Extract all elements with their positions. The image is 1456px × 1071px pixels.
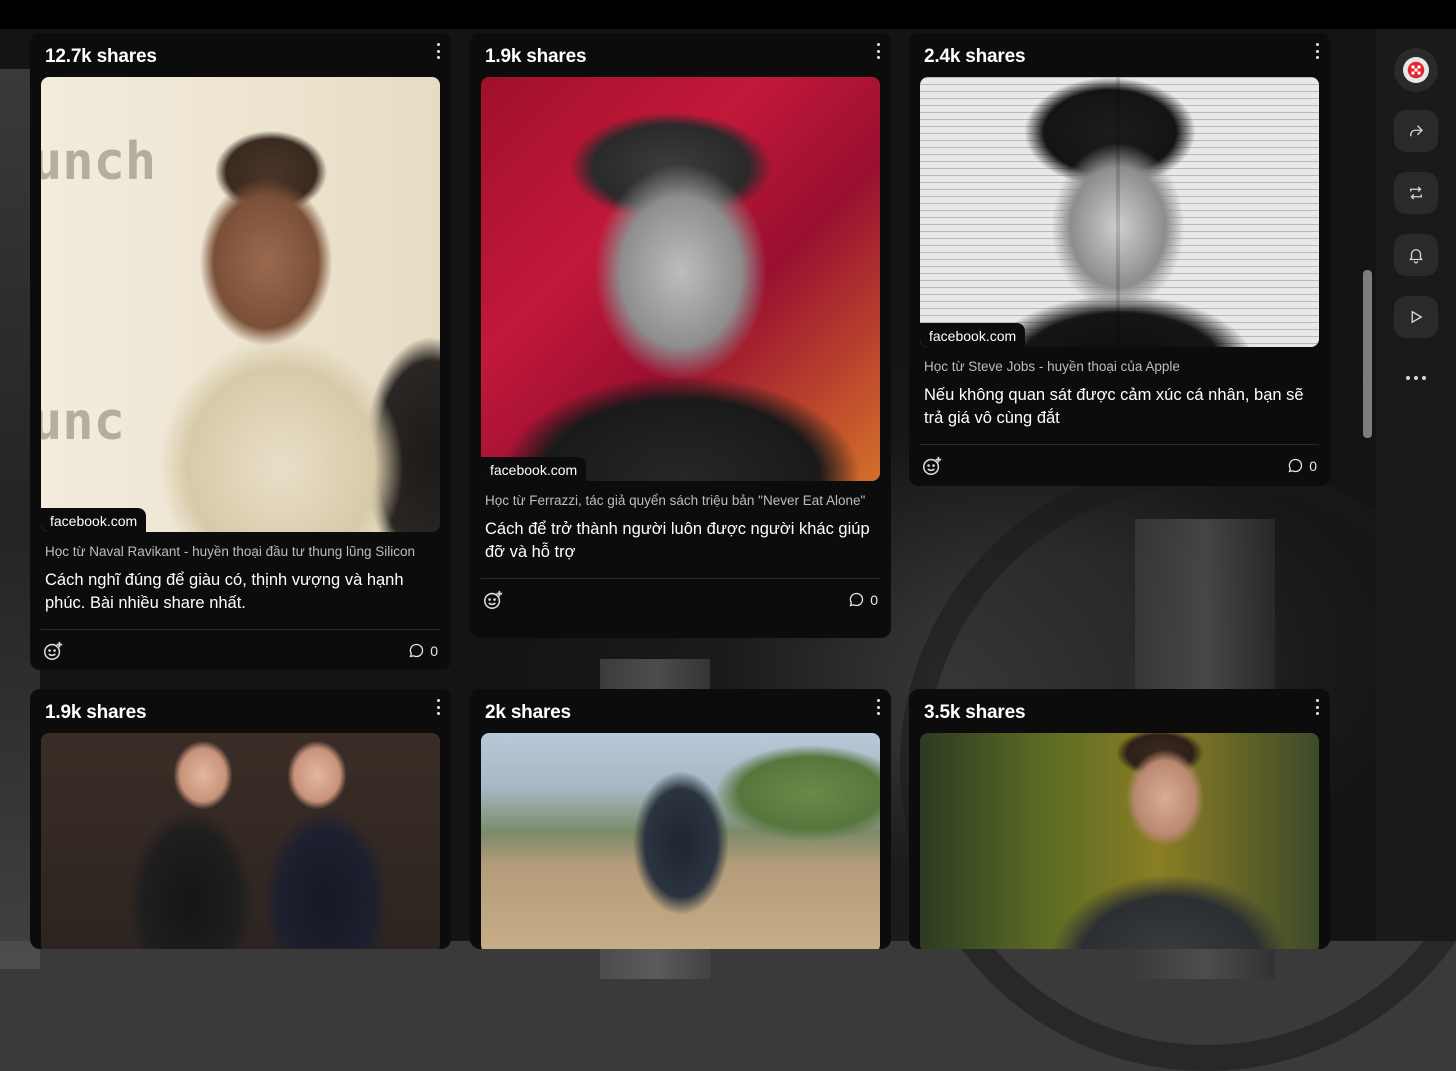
card-header: 1.9k shares <box>470 33 891 77</box>
image-background-text: unc <box>41 392 125 452</box>
comment-icon <box>409 643 424 658</box>
play-icon <box>1411 310 1423 324</box>
comment-count: 0 <box>430 642 438 659</box>
share-icon <box>1410 125 1423 137</box>
top-bar <box>0 0 1456 29</box>
kebab-menu-icon[interactable] <box>875 699 881 715</box>
notification-button[interactable] <box>1394 234 1438 276</box>
card-footer: 0 <box>470 579 891 619</box>
share-count: 2k shares <box>485 702 571 723</box>
post-headline[interactable]: Nếu không quan sát được cảm xúc cá nhân,… <box>924 384 1315 430</box>
share-button[interactable] <box>1394 110 1438 152</box>
share-count: 3.5k shares <box>924 702 1026 723</box>
bell-icon <box>1409 249 1423 264</box>
card-footer: 0 <box>909 445 1330 485</box>
card-header: 3.5k shares <box>909 689 1330 733</box>
kebab-menu-icon[interactable] <box>1314 699 1320 715</box>
card-footer: 0 <box>30 630 451 670</box>
post-card[interactable]: 2.4k shares facebook.com Học từ Steve Jo… <box>909 33 1330 486</box>
right-sidebar <box>1376 29 1456 941</box>
scrollbar-thumb[interactable] <box>1363 270 1372 438</box>
source-badge[interactable]: facebook.com <box>41 508 147 532</box>
comment-count: 0 <box>1309 457 1317 474</box>
play-button[interactable] <box>1394 296 1438 338</box>
post-subtitle: Học từ Ferrazzi, tác giả quyển sách triệ… <box>485 493 866 508</box>
post-headline[interactable]: Cách để trở thành người luôn được người … <box>485 518 876 564</box>
post-card[interactable]: 1.9k shares facebook.com Học từ Ferrazzi… <box>470 33 891 638</box>
comment-count: 0 <box>870 591 878 608</box>
post-image[interactable] <box>920 733 1319 949</box>
share-count: 12.7k shares <box>45 46 157 67</box>
card-header: 1.9k shares <box>30 689 451 733</box>
share-count: 2.4k shares <box>924 46 1026 67</box>
avatar-pattern-icon <box>1407 61 1425 79</box>
kebab-menu-icon[interactable] <box>435 699 441 715</box>
post-image[interactable] <box>41 733 440 949</box>
add-reaction-icon[interactable] <box>482 589 504 611</box>
post-image[interactable] <box>481 733 880 949</box>
add-reaction-icon[interactable] <box>42 640 64 662</box>
card-header: 12.7k shares <box>30 33 451 77</box>
card-header: 2.4k shares <box>909 33 1330 77</box>
comment-button[interactable]: 0 <box>1287 457 1317 474</box>
avatar-icon <box>1403 57 1429 83</box>
add-reaction-icon[interactable] <box>921 455 943 477</box>
post-card[interactable]: 3.5k shares <box>909 689 1330 949</box>
kebab-menu-icon[interactable] <box>435 43 441 59</box>
post-card[interactable]: 1.9k shares <box>30 689 451 949</box>
share-count: 1.9k shares <box>485 46 587 67</box>
image-background-text: unch <box>41 132 157 192</box>
post-headline[interactable]: Cách nghĩ đúng để giàu có, thịnh vượng v… <box>45 569 436 615</box>
post-image[interactable]: unch unc facebook.com <box>41 77 440 532</box>
card-header: 2k shares <box>470 689 891 733</box>
post-image[interactable]: facebook.com <box>481 77 880 481</box>
kebab-menu-icon[interactable] <box>1314 43 1320 59</box>
post-card[interactable]: 12.7k shares unch unc facebook.com Học t… <box>30 33 451 670</box>
post-image[interactable]: facebook.com <box>920 77 1319 347</box>
comment-icon <box>1288 458 1303 473</box>
repost-icon <box>1410 186 1422 200</box>
post-subtitle: Học từ Naval Ravikant - huyền thoại đầu … <box>45 544 416 559</box>
profile-avatar-button[interactable] <box>1394 48 1438 92</box>
post-subtitle: Học từ Steve Jobs - huyền thoại của Appl… <box>924 359 1180 374</box>
comment-button[interactable]: 0 <box>848 591 878 608</box>
share-count: 1.9k shares <box>45 702 147 723</box>
repost-button[interactable] <box>1394 172 1438 214</box>
kebab-menu-icon[interactable] <box>875 43 881 59</box>
comment-icon <box>849 592 864 607</box>
source-badge[interactable]: facebook.com <box>481 457 587 481</box>
comment-button[interactable]: 0 <box>408 642 438 659</box>
source-badge[interactable]: facebook.com <box>920 323 1026 347</box>
more-icon[interactable] <box>1400 366 1432 390</box>
post-card[interactable]: 2k shares <box>470 689 891 949</box>
